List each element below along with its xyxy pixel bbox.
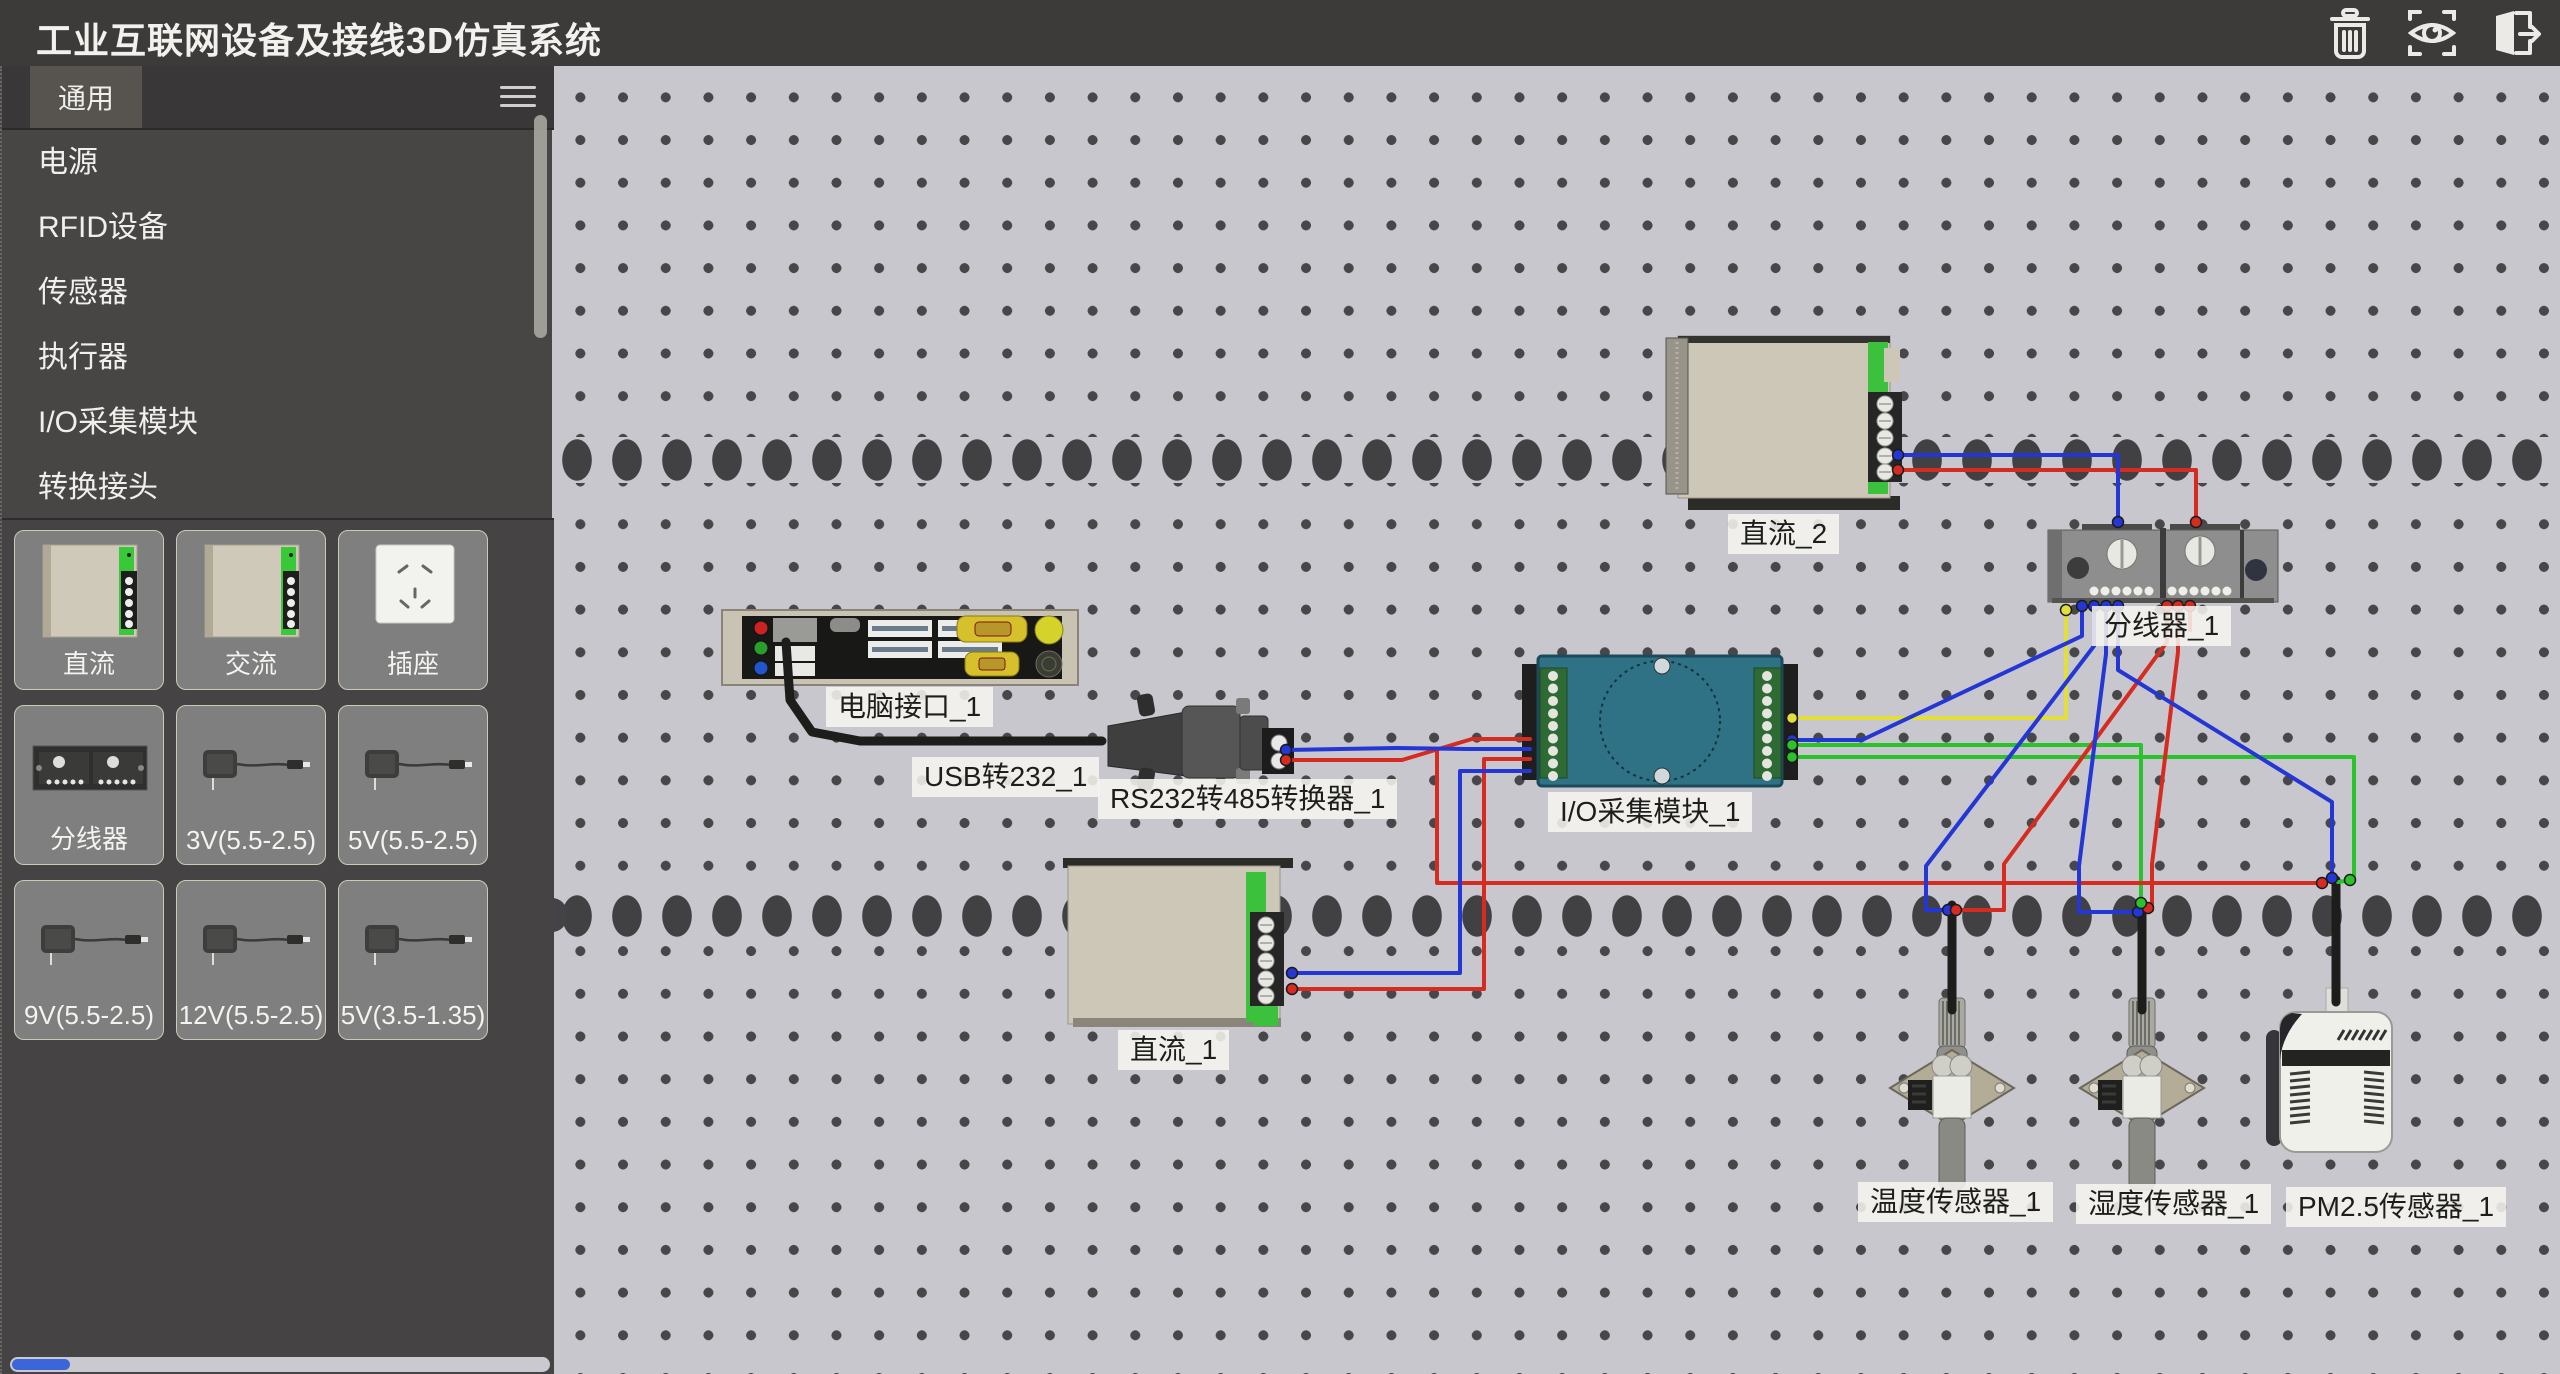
wiring-canvas[interactable]: 电脑接口_1 USB转232_1RS232转485转换器_1 I/O采集模块_1 直流… (552, 66, 2560, 1374)
adapter-thumb-icon (177, 881, 326, 1003)
palette-grid: 直流交流插座分线器 3V(5.5-2.5) 5V(5.5-2.5) 9V(5.5-2.… (14, 530, 554, 1040)
palette-hscrollbar-thumb[interactable] (12, 1359, 70, 1370)
sidebar-item-4[interactable]: I/O采集模块 (2, 390, 538, 455)
adapter-thumb-icon (339, 881, 488, 1003)
adapter-thumb-icon (339, 706, 488, 828)
sidebar-tab-row: 通用 (2, 66, 554, 130)
palette-tile-1[interactable]: 交流 (176, 530, 326, 690)
palette-tile-8[interactable]: 5V(3.5-1.35) (338, 880, 488, 1040)
device-label-5: 分线器_1 (2092, 606, 2231, 646)
top-bar: 工业互联网设备及接线3D仿真系统 (0, 0, 2560, 66)
palette-tile-6[interactable]: 9V(5.5-2.5) (14, 880, 164, 1040)
palette-tile-label: 5V(5.5-2.5) (339, 825, 487, 856)
device-label-3: I/O采集模块_1 (1548, 792, 1752, 832)
splitter-thumb-icon (15, 706, 164, 828)
sidebar-item-0[interactable]: 电源 (2, 130, 538, 195)
palette-hscrollbar[interactable] (10, 1357, 550, 1372)
device-label-1: USB转232_1 (912, 757, 1099, 797)
adapter-thumb-icon (177, 706, 326, 828)
sidebar-item-3[interactable]: 执行器 (2, 325, 538, 390)
door-arrow-icon[interactable] (2486, 5, 2542, 61)
sidebar-item-2[interactable]: 传感器 (2, 260, 538, 325)
device-label-8: 湿度传感器_1 (2076, 1184, 2271, 1224)
palette-tile-label: 直流 (15, 644, 163, 681)
palette-tile-label: 3V(5.5-2.5) (177, 825, 325, 856)
menu-icon[interactable] (500, 86, 536, 110)
device-label-9: PM2.5传感器_1 (2286, 1187, 2506, 1227)
palette-tile-label: 12V(5.5-2.5) (177, 1000, 325, 1031)
socket-thumb-icon (339, 531, 488, 653)
pegboard-hole-band-top (552, 437, 2560, 483)
component-sidebar: 通用 电源RFID设备传感器执行器I/O采集模块转换接头 直流交流插座分线器 3V… (0, 66, 552, 1374)
palette-tile-7[interactable]: 12V(5.5-2.5) (176, 880, 326, 1040)
sidebar-item-5[interactable]: 转换接头 (2, 455, 538, 520)
palette-tile-label: 分线器 (15, 819, 163, 856)
component-palette: 直流交流插座分线器 3V(5.5-2.5) 5V(5.5-2.5) 9V(5.5-2.… (2, 518, 554, 1374)
tab-general[interactable]: 通用 (30, 66, 142, 128)
device-label-7: 温度传感器_1 (1858, 1182, 2053, 1222)
category-menu: 电源RFID设备传感器执行器I/O采集模块转换接头 (2, 130, 538, 520)
palette-tile-label: 5V(3.5-1.35) (339, 1000, 487, 1031)
trash-icon[interactable] (2322, 5, 2378, 61)
palette-tile-5[interactable]: 5V(5.5-2.5) (338, 705, 488, 865)
palette-tile-label: 插座 (339, 644, 487, 681)
toolbar-icons (2322, 5, 2542, 61)
device-label-2: RS232转485转换器_1 (1098, 779, 1397, 819)
eye-scan-icon[interactable] (2404, 5, 2460, 61)
device-label-6: 直流_1 (1118, 1030, 1229, 1070)
device-label-0: 电脑接口_1 (826, 687, 993, 727)
palette-tile-label: 9V(5.5-2.5) (15, 1000, 163, 1031)
palette-tile-4[interactable]: 3V(5.5-2.5) (176, 705, 326, 865)
palette-tile-3[interactable]: 分线器 (14, 705, 164, 865)
palette-tile-label: 交流 (177, 644, 325, 681)
palette-tile-2[interactable]: 插座 (338, 530, 488, 690)
dc-board-thumb-icon (177, 531, 326, 653)
sidebar-scrollbar-thumb[interactable] (534, 115, 547, 338)
dc-board-thumb-icon (15, 531, 164, 653)
device-label-4: 直流_2 (1728, 514, 1839, 554)
app-title: 工业互联网设备及接线3D仿真系统 (36, 12, 602, 64)
palette-tile-0[interactable]: 直流 (14, 530, 164, 690)
sidebar-item-1[interactable]: RFID设备 (2, 195, 538, 260)
adapter-thumb-icon (15, 881, 164, 1003)
pegboard-hole-band-bottom (552, 893, 2560, 939)
